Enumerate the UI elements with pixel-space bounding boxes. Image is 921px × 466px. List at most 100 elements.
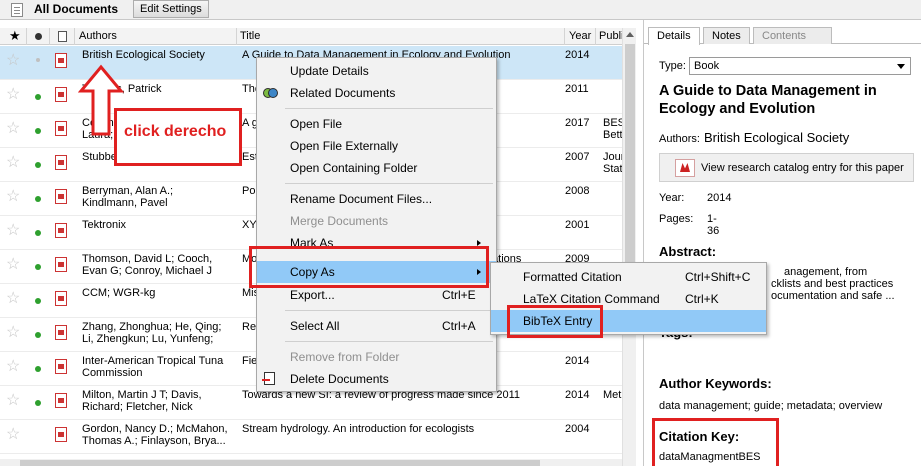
pdf-file-icon[interactable] (55, 427, 67, 442)
menu-item-related-documents[interactable]: Related Documents (257, 82, 496, 104)
menu-item-formatted-citation[interactable]: Formatted Citation Ctrl+Shift+C (491, 266, 766, 288)
favorite-star-icon[interactable]: ☆ (6, 359, 20, 375)
tab-details[interactable]: Details (648, 27, 700, 45)
view-catalog-entry-button[interactable]: View research catalog entry for this pap… (659, 153, 914, 182)
read-status-icon[interactable] (35, 196, 41, 202)
abstract-line[interactable]: cklists and best practices (771, 278, 893, 290)
authors-value[interactable]: British Ecological Society (704, 130, 849, 145)
favorite-star-icon[interactable]: ☆ (6, 223, 20, 239)
row-authors-line: CCM; WGR-kg (82, 287, 156, 299)
row-authors-line: Kindlmann, Pavel (82, 197, 168, 209)
menu-item-open-folder[interactable]: Open Containing Folder (257, 157, 496, 179)
menu-item-open-externally[interactable]: Open File Externally (257, 135, 496, 157)
tab-contents[interactable]: Contents (753, 27, 832, 44)
read-status-icon[interactable] (35, 264, 41, 270)
read-status-icon[interactable] (35, 332, 41, 338)
column-header-publication[interactable]: Publi (599, 30, 623, 42)
pdf-file-icon[interactable] (55, 155, 67, 170)
row-authors: Gordon, Nancy D.; McMahon, Thomas A.; Fin… (82, 423, 237, 447)
pages-value[interactable]: 1-36 (707, 213, 719, 237)
favorite-star-icon[interactable]: ☆ (6, 291, 20, 307)
edit-settings-button[interactable]: Edit Settings (133, 0, 209, 18)
year-row: Year: 2014 (659, 192, 731, 204)
delete-icon (262, 372, 275, 385)
read-status-icon[interactable] (35, 230, 41, 236)
pdf-file-icon[interactable] (55, 325, 67, 340)
type-select-value: Book (694, 60, 720, 72)
menu-item-update-details[interactable]: Update Details (257, 60, 496, 82)
favorite-star-icon[interactable]: ☆ (6, 427, 20, 443)
table-row[interactable]: ☆ Gordon, Nancy D.; McMahon, Thomas A.; Fi… (0, 420, 622, 454)
column-header-title[interactable]: Title (240, 30, 260, 42)
pages-label: Pages: (659, 213, 694, 225)
abstract-line[interactable]: ocumentation and safe ... (771, 290, 895, 302)
scroll-up-icon[interactable] (626, 32, 634, 37)
read-status-icon[interactable] (35, 94, 41, 100)
annotation-highlight-citation-key (652, 418, 779, 466)
read-status-icon[interactable] (35, 298, 41, 304)
annotation-highlight-bibtex (507, 305, 603, 338)
column-header-authors[interactable]: Authors (79, 30, 117, 42)
row-year: 2017 (565, 117, 590, 129)
type-select[interactable]: Book (689, 57, 911, 75)
scrollbar-thumb[interactable] (20, 460, 540, 466)
pdf-file-icon[interactable] (55, 223, 67, 238)
menu-item-select-all[interactable]: Select All Ctrl+A (257, 315, 496, 337)
row-authors: British Ecological Society (82, 49, 237, 61)
list-horizontal-scrollbar[interactable] (0, 459, 622, 466)
tab-notes[interactable]: Notes (703, 27, 750, 44)
pdf-file-icon[interactable] (55, 291, 67, 306)
read-status-column-icon[interactable] (35, 33, 42, 40)
type-label: Type: (659, 60, 686, 72)
menu-item-rename-files[interactable]: Rename Document Files... (257, 188, 496, 210)
favorite-star-icon[interactable]: ☆ (6, 393, 20, 409)
read-status-icon[interactable] (35, 400, 41, 406)
details-panel: Details Notes Contents Type: Book A Guid… (643, 20, 921, 466)
row-authors-line: Thomas A.; Finlayson, Brya... (82, 435, 226, 447)
document-title[interactable]: A Guide to Data Management in Ecology an… (659, 82, 914, 118)
row-year: 2007 (565, 151, 590, 163)
row-year: 2011 (565, 83, 589, 95)
favorite-star-icon[interactable]: ☆ (6, 121, 20, 137)
row-publication-line: Met (603, 389, 622, 401)
abstract-line[interactable]: anagement, from (784, 266, 867, 278)
favorite-star-icon[interactable]: ☆ (6, 257, 20, 273)
menu-item-open-file[interactable]: Open File (257, 113, 496, 135)
favorite-star-icon[interactable]: ☆ (6, 325, 20, 341)
menu-item-delete-documents[interactable]: Delete Documents (257, 368, 496, 390)
row-authors-line: Evan G; Conroy, Michael J (82, 265, 213, 277)
read-status-icon[interactable] (35, 162, 41, 168)
row-authors-line: British Ecological Society (82, 49, 205, 61)
read-status-icon[interactable] (36, 58, 40, 62)
favorite-star-icon[interactable]: ☆ (6, 155, 20, 171)
details-tabs: Details Notes Contents (644, 27, 921, 45)
row-publication: Met (603, 389, 623, 401)
pdf-file-icon[interactable] (55, 87, 67, 102)
row-authors-line: Thomson, David L; Cooch, (82, 253, 213, 265)
favorite-star-icon[interactable]: ☆ (6, 53, 20, 69)
read-status-icon[interactable] (35, 366, 41, 372)
year-value[interactable]: 2014 (707, 192, 731, 204)
column-header-year[interactable]: Year (569, 30, 591, 42)
abstract-heading: Abstract: (659, 244, 717, 259)
pdf-file-icon[interactable] (55, 189, 67, 204)
pdf-file-icon[interactable] (55, 359, 67, 374)
collection-title: All Documents (34, 2, 119, 16)
authors-label: Authors: (659, 133, 700, 145)
pdf-file-icon[interactable] (55, 121, 67, 136)
read-status-icon[interactable] (35, 128, 41, 134)
pdf-file-icon[interactable] (55, 393, 67, 408)
favorite-star-icon[interactable]: ☆ (6, 189, 20, 205)
context-menu: Update Details Related Documents Open Fi… (256, 57, 497, 392)
row-authors: Berryman, Alan A.; Kindlmann, Pavel (82, 185, 237, 209)
list-vertical-scrollbar[interactable] (622, 28, 636, 466)
pdf-file-icon[interactable] (55, 53, 67, 68)
favorite-star-icon[interactable]: ☆ (6, 87, 20, 103)
author-keywords-heading: Author Keywords: (659, 376, 772, 391)
favorite-column-star-icon[interactable]: ★ (9, 28, 21, 44)
file-column-icon[interactable] (58, 31, 67, 42)
author-keywords-value[interactable]: data management; guide; metadata; overvi… (659, 400, 882, 412)
pdf-file-icon[interactable] (55, 257, 67, 272)
row-authors-line: Berryman, Alan A.; (82, 185, 174, 197)
year-label: Year: (659, 192, 685, 204)
